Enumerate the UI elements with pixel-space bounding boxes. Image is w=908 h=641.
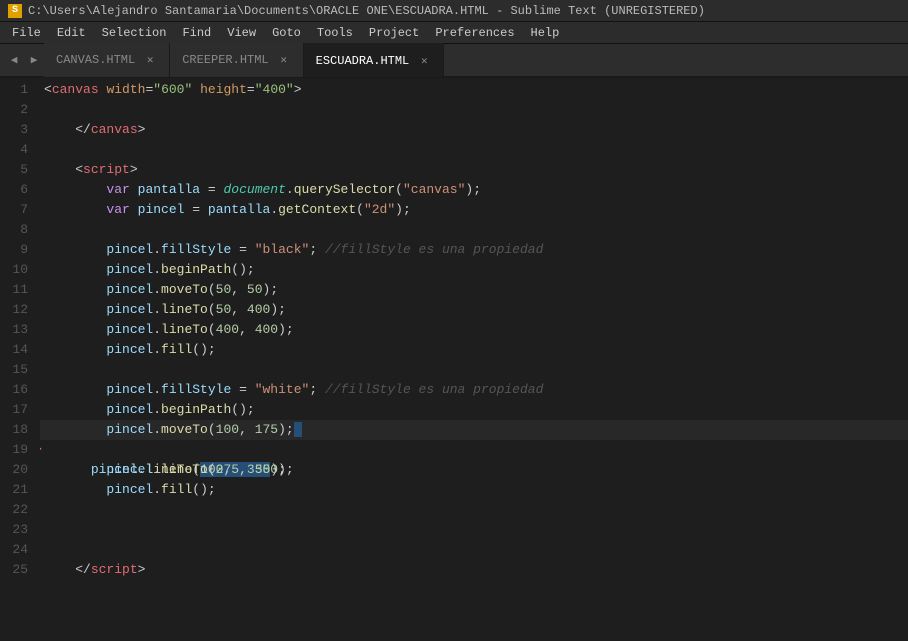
menu-view[interactable]: View bbox=[219, 24, 264, 42]
line-num-9: 9 bbox=[8, 240, 28, 260]
menu-file[interactable]: File bbox=[4, 24, 49, 42]
menu-goto[interactable]: Goto bbox=[264, 24, 309, 42]
code-line-15 bbox=[40, 360, 908, 380]
menu-find[interactable]: Find bbox=[174, 24, 219, 42]
menu-selection[interactable]: Selection bbox=[94, 24, 175, 42]
code-line-3: </canvas> bbox=[40, 120, 908, 140]
line-num-11: 11 bbox=[8, 280, 28, 300]
line-numbers: 1 2 3 4 5 6 7 8 9 10 11 12 13 14 15 16 1… bbox=[0, 78, 40, 641]
code-line-21: pincel.fill(); bbox=[40, 480, 908, 500]
tab-escuadra-label: ESCUADRA.HTML bbox=[316, 54, 410, 68]
menu-preferences[interactable]: Preferences bbox=[427, 24, 522, 42]
tab-nav-right[interactable]: ▶ bbox=[24, 43, 44, 77]
title-text: C:\Users\Alejandro Santamaria\Documents\… bbox=[28, 4, 705, 18]
menu-bar: File Edit Selection Find View Goto Tools… bbox=[0, 22, 908, 44]
code-line-2 bbox=[40, 100, 908, 120]
tab-escuadra[interactable]: ESCUADRA.HTML ✕ bbox=[304, 43, 445, 77]
tab-canvas[interactable]: CANVAS.HTML ✕ bbox=[44, 43, 170, 77]
line-num-13: 13 bbox=[8, 320, 28, 340]
code-line-13: pincel.lineTo(400, 400); bbox=[40, 320, 908, 340]
code-line-18: pincel.moveTo(100, 175); bbox=[40, 420, 908, 440]
code-line-22 bbox=[40, 500, 908, 520]
code-line-7: var pincel = pantalla.getContext("2d"); bbox=[40, 200, 908, 220]
line-num-24: 24 bbox=[8, 540, 28, 560]
line-num-12: 12 bbox=[8, 300, 28, 320]
code-line-10: pincel.beginPath(); bbox=[40, 260, 908, 280]
title-bar: S C:\Users\Alejandro Santamaria\Document… bbox=[0, 0, 908, 22]
line-num-23: 23 bbox=[8, 520, 28, 540]
code-line-16: pincel.fillStyle = "white"; //fillStyle … bbox=[40, 380, 908, 400]
tab-canvas-label: CANVAS.HTML bbox=[56, 53, 135, 67]
code-line-4 bbox=[40, 140, 908, 160]
code-line-11: pincel.moveTo(50, 50); bbox=[40, 280, 908, 300]
line-num-15: 15 bbox=[8, 360, 28, 380]
tab-creeper[interactable]: CREEPER.HTML ✕ bbox=[170, 43, 303, 77]
line-num-16: 16 bbox=[8, 380, 28, 400]
code-line-20: pincel.lineTo(275, 350); bbox=[40, 460, 908, 480]
tab-creeper-label: CREEPER.HTML bbox=[182, 53, 268, 67]
line-num-1: 1 bbox=[8, 80, 28, 100]
line-num-8: 8 bbox=[8, 220, 28, 240]
code-area[interactable]: <canvas width="600" height="400"> </canv… bbox=[40, 78, 908, 641]
line-num-5: 5 bbox=[8, 160, 28, 180]
line-num-19: 19 bbox=[8, 440, 28, 460]
code-line-19: ···pincel.lineTo(100, 350); bbox=[40, 440, 908, 460]
code-line-17: pincel.beginPath(); bbox=[40, 400, 908, 420]
tab-bar: ◀ ▶ CANVAS.HTML ✕ CREEPER.HTML ✕ ESCUADR… bbox=[0, 44, 908, 78]
editor: 1 2 3 4 5 6 7 8 9 10 11 12 13 14 15 16 1… bbox=[0, 78, 908, 641]
line-num-6: 6 bbox=[8, 180, 28, 200]
line-num-7: 7 bbox=[8, 200, 28, 220]
menu-help[interactable]: Help bbox=[523, 24, 568, 42]
menu-tools[interactable]: Tools bbox=[309, 24, 361, 42]
line-num-4: 4 bbox=[8, 140, 28, 160]
code-line-12: pincel.lineTo(50, 400); bbox=[40, 300, 908, 320]
line-num-17: 17 bbox=[8, 400, 28, 420]
tab-escuadra-close[interactable]: ✕ bbox=[417, 54, 431, 68]
line-num-25: 25 bbox=[8, 560, 28, 580]
line-num-20: 20 bbox=[8, 460, 28, 480]
line-num-21: 21 bbox=[8, 480, 28, 500]
code-line-25: </script> bbox=[40, 560, 908, 580]
line-num-18: 18 bbox=[8, 420, 28, 440]
code-line-14: pincel.fill(); bbox=[40, 340, 908, 360]
code-line-9: pincel.fillStyle = "black"; //fillStyle … bbox=[40, 240, 908, 260]
tab-creeper-close[interactable]: ✕ bbox=[277, 53, 291, 67]
code-line-24 bbox=[40, 540, 908, 560]
code-line-6: var pantalla = document.querySelector("c… bbox=[40, 180, 908, 200]
menu-project[interactable]: Project bbox=[361, 24, 427, 42]
line-num-14: 14 bbox=[8, 340, 28, 360]
menu-edit[interactable]: Edit bbox=[49, 24, 94, 42]
line-num-3: 3 bbox=[8, 120, 28, 140]
line-num-10: 10 bbox=[8, 260, 28, 280]
line-num-2: 2 bbox=[8, 100, 28, 120]
tab-nav-left[interactable]: ◀ bbox=[4, 43, 24, 77]
code-line-5: <script> bbox=[40, 160, 908, 180]
line-num-22: 22 bbox=[8, 500, 28, 520]
code-line-23 bbox=[40, 520, 908, 540]
code-line-1: <canvas width="600" height="400"> bbox=[40, 80, 908, 100]
tab-canvas-close[interactable]: ✕ bbox=[143, 53, 157, 67]
app-icon: S bbox=[8, 4, 22, 18]
code-line-8 bbox=[40, 220, 908, 240]
